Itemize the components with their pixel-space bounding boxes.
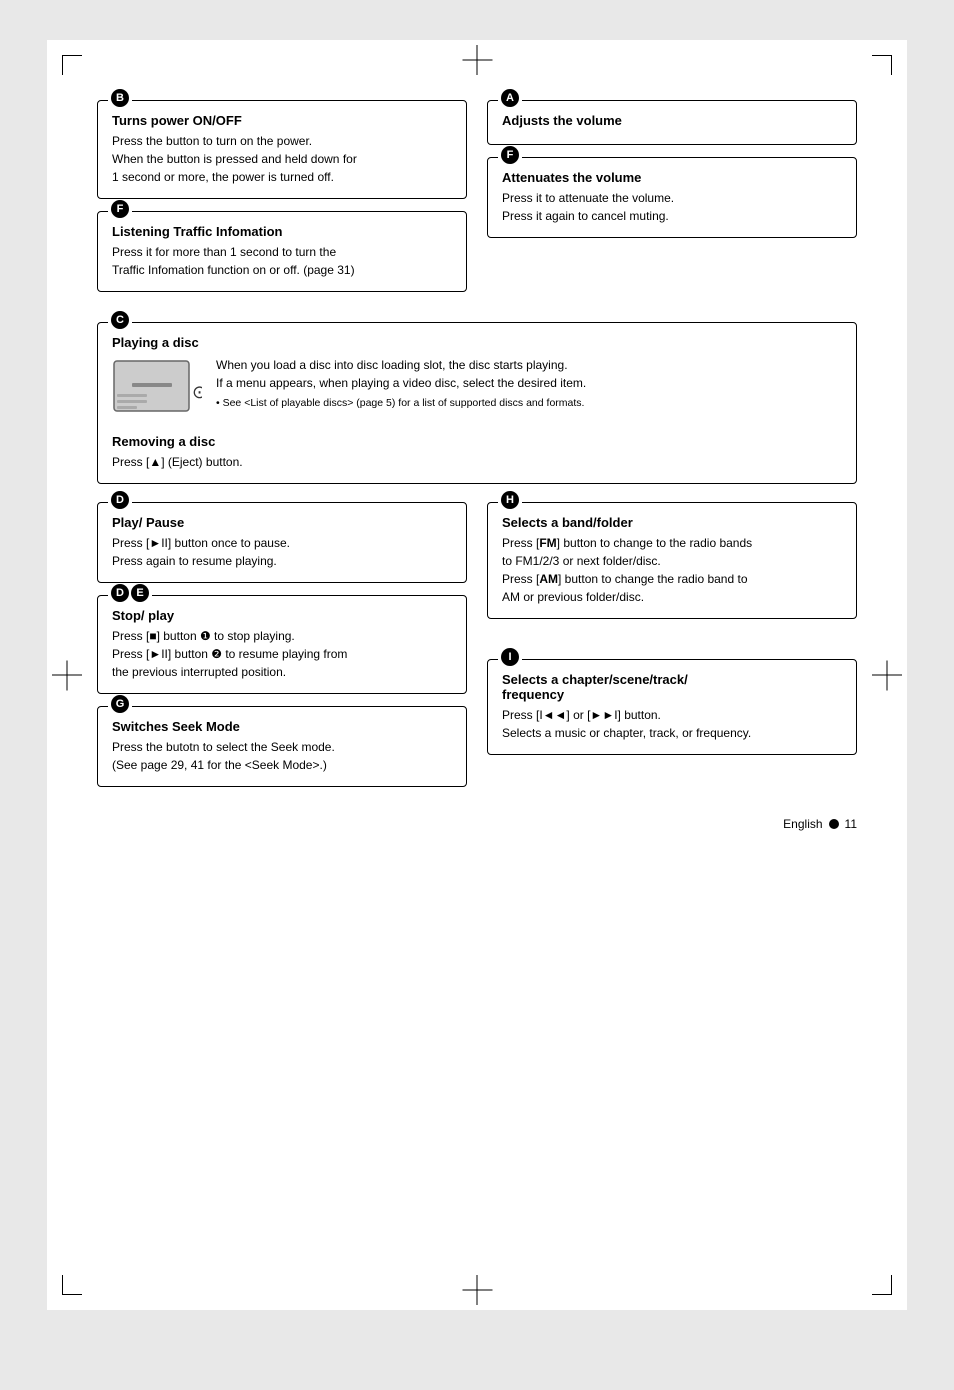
section-f-traffic: F Listening Traffic Infomation Press it … (97, 211, 467, 292)
section-a-label: A (498, 89, 522, 107)
col-left-3: D Play/ Pause Press [►II] button once to… (97, 502, 467, 799)
col-right-3: H Selects a band/folder Press [FM] butto… (487, 502, 857, 799)
badge-d2: D (111, 584, 129, 602)
disc-text: When you load a disc into disc loading s… (216, 356, 586, 411)
section-g-label: G (108, 695, 132, 713)
row-1: B Turns power ON/OFF Press the button to… (97, 100, 857, 304)
section-d: D Play/ Pause Press [►II] button once to… (97, 502, 467, 583)
section-h-label: H (498, 491, 522, 509)
section-a: A Adjusts the volume (487, 100, 857, 145)
badge-e: E (131, 584, 149, 602)
section-b-text: Press the button to turn on the power. W… (112, 132, 452, 186)
removing-disc-title: Removing a disc (112, 434, 842, 449)
page: B Turns power ON/OFF Press the button to… (47, 40, 907, 1310)
section-h: H Selects a band/folder Press [FM] butto… (487, 502, 857, 619)
section-de-text: Press [■] button ❶ to stop playing. Pres… (112, 627, 452, 681)
section-b: B Turns power ON/OFF Press the button to… (97, 100, 467, 199)
section-a-title: Adjusts the volume (502, 113, 842, 128)
crosshair-right (872, 675, 902, 676)
disc-arrow-icon: ⊙ (192, 382, 202, 402)
badge-g: G (111, 695, 129, 713)
col-left-1: B Turns power ON/OFF Press the button to… (97, 100, 467, 304)
section-i: I Selects a chapter/scene/track/frequenc… (487, 659, 857, 755)
disc-text-1: When you load a disc into disc loading s… (216, 356, 586, 374)
section-de-title: Stop/ play (112, 608, 452, 623)
crosshair-top (477, 45, 478, 75)
section-f-att-title: Attenuates the volume (502, 170, 842, 185)
badge-h: H (501, 491, 519, 509)
removing-disc-text: Press [▲] (Eject) button. (112, 453, 842, 471)
section-f-traffic-text: Press it for more than 1 second to turn … (112, 243, 452, 279)
badge-f-att: F (501, 146, 519, 164)
section-f-att: F Attenuates the volume Press it to atte… (487, 157, 857, 238)
corner-mark-bl (62, 1275, 82, 1295)
section-i-label: I (498, 648, 522, 666)
removing-disc-section: Removing a disc Press [▲] (Eject) button… (112, 434, 842, 471)
footer-language: English (783, 817, 822, 831)
content-area: B Turns power ON/OFF Press the button to… (97, 80, 857, 851)
section-de-label: D E (108, 584, 152, 602)
section-f-traffic-label: F (108, 200, 132, 218)
section-f-traffic-title: Listening Traffic Infomation (112, 224, 452, 239)
section-c: C Playing a disc ⊙ When you load a (97, 322, 857, 484)
section-c-label: C (108, 311, 132, 329)
disc-small-text: • See <List of playable discs> (page 5) … (216, 396, 586, 411)
col-right-1: A Adjusts the volume F Attenuates the vo… (487, 100, 857, 304)
row-3: D Play/ Pause Press [►II] button once to… (97, 502, 857, 799)
disc-device-svg: ⊙ (112, 356, 202, 421)
section-g-text: Press the butotn to select the Seek mode… (112, 738, 452, 774)
badge-f-traffic: F (111, 200, 129, 218)
disc-text-2: If a menu appears, when playing a video … (216, 374, 586, 392)
crosshair-left (52, 675, 82, 676)
section-b-label: B (108, 89, 132, 107)
section-g: G Switches Seek Mode Press the butotn to… (97, 706, 467, 787)
badge-a: A (501, 89, 519, 107)
footer: English 11 (97, 817, 857, 831)
section-c-title: Playing a disc (112, 335, 842, 350)
badge-d: D (111, 491, 129, 509)
section-b-title: Turns power ON/OFF (112, 113, 452, 128)
section-h-text: Press [FM] button to change to the radio… (502, 534, 842, 606)
corner-mark-tr (872, 55, 892, 75)
corner-mark-br (872, 1275, 892, 1295)
section-h-title: Selects a band/folder (502, 515, 842, 530)
crosshair-bottom (477, 1275, 478, 1305)
section-g-title: Switches Seek Mode (112, 719, 452, 734)
corner-mark-tl (62, 55, 82, 75)
badge-b: B (111, 89, 129, 107)
footer-dot (829, 819, 839, 829)
badge-c: C (111, 311, 129, 329)
badge-i: I (501, 648, 519, 666)
section-i-title: Selects a chapter/scene/track/frequency (502, 672, 842, 702)
section-de: D E Stop/ play Press [■] button ❶ to sto… (97, 595, 467, 694)
footer-text: English 11 (783, 817, 857, 831)
section-d-label: D (108, 491, 132, 509)
section-d-text: Press [►II] button once to pause. Press … (112, 534, 452, 570)
footer-page-number: 11 (845, 817, 857, 831)
section-f-att-label: F (498, 146, 522, 164)
disc-illustration: ⊙ When you load a disc into disc loading… (112, 356, 842, 424)
section-d-title: Play/ Pause (112, 515, 452, 530)
section-i-text: Press [I◄◄] or [►►I] button. Selects a m… (502, 706, 842, 742)
section-f-att-text: Press it to attenuate the volume. Press … (502, 189, 842, 225)
